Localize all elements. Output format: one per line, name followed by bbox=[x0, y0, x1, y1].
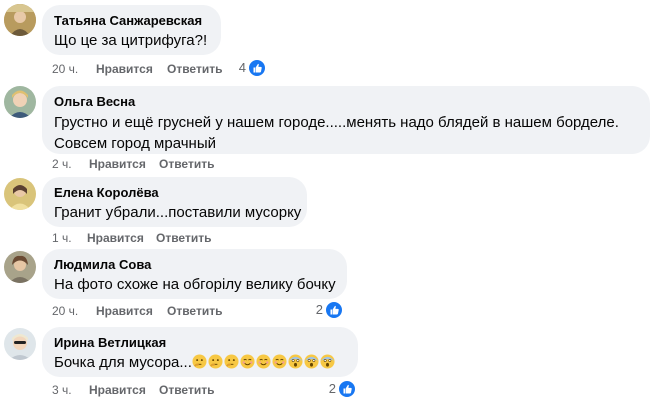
comment-text: Що це за цитрифуга?! bbox=[54, 32, 208, 49]
like-icon bbox=[325, 301, 343, 319]
comment-author[interactable]: Ирина Ветлицкая bbox=[54, 335, 346, 351]
reply-button[interactable]: Ответить bbox=[167, 303, 222, 319]
comment-bubble: Елена Королёва Гранит убрали...поставили… bbox=[42, 177, 307, 227]
comment-time[interactable]: 2 ч. bbox=[52, 156, 72, 172]
reaction-summary[interactable]: 4 bbox=[228, 59, 266, 77]
like-icon bbox=[248, 59, 266, 77]
reply-button[interactable]: Ответить bbox=[167, 61, 222, 77]
comment-bubble: Ольга Весна Грустно и ещё грусней у наше… bbox=[42, 86, 650, 154]
reaction-summary[interactable]: 2 bbox=[305, 301, 343, 319]
comment-bubble: Татьяна Санжаревская Що це за цитрифуга?… bbox=[42, 5, 221, 55]
comment-text: Грустно и ещё грусней у нашем городе....… bbox=[54, 114, 619, 152]
screaming-face-icon bbox=[288, 354, 303, 369]
like-button[interactable]: Нравится bbox=[89, 156, 146, 172]
reaction-count: 4 bbox=[238, 60, 246, 75]
comment-text: Гранит убрали...поставили мусорку bbox=[54, 204, 302, 221]
comment-bubble: Людмила Сова На фото схоже на обгорілу в… bbox=[42, 249, 347, 299]
comment-author[interactable]: Ольга Весна bbox=[54, 94, 638, 110]
avatar[interactable] bbox=[4, 178, 36, 210]
reply-button[interactable]: Ответить bbox=[159, 156, 214, 172]
smiling-face-icon bbox=[256, 354, 271, 369]
like-icon bbox=[338, 380, 356, 398]
smiling-face-icon bbox=[272, 354, 287, 369]
reaction-summary[interactable]: 2 bbox=[318, 380, 356, 398]
reply-button[interactable]: Ответить bbox=[159, 382, 214, 398]
avatar[interactable] bbox=[4, 4, 36, 36]
comment-author[interactable]: Елена Королёва bbox=[54, 185, 295, 201]
comment-actions: 2 ч. Нравится Ответить bbox=[52, 156, 352, 172]
screaming-face-icon bbox=[304, 354, 319, 369]
like-button[interactable]: Нравится bbox=[96, 303, 153, 319]
reaction-count: 2 bbox=[315, 302, 323, 317]
smiling-face-icon bbox=[240, 354, 255, 369]
comment-time[interactable]: 3 ч. bbox=[52, 382, 72, 398]
comment-author[interactable]: Людмила Сова bbox=[54, 257, 335, 273]
comment-text: На фото схоже на обгорілу велику бочку bbox=[54, 276, 336, 293]
avatar[interactable] bbox=[4, 86, 36, 118]
comment-actions: 20 ч. Нравится Ответить bbox=[52, 61, 352, 77]
thinking-face-icon bbox=[208, 354, 223, 369]
emoji-row bbox=[192, 354, 336, 371]
avatar[interactable] bbox=[4, 328, 36, 360]
comment-bubble: Ирина Ветлицкая Бочка для мусора... bbox=[42, 327, 358, 377]
comment-time[interactable]: 20 ч. bbox=[52, 61, 78, 77]
reaction-count: 2 bbox=[328, 381, 336, 396]
comment-actions: 3 ч. Нравится Ответить bbox=[52, 382, 352, 398]
comment-time[interactable]: 1 ч. bbox=[52, 230, 72, 246]
comment-text: Бочка для мусора... bbox=[54, 353, 346, 373]
thinking-face-icon bbox=[192, 354, 207, 369]
like-button[interactable]: Нравится bbox=[87, 230, 144, 246]
avatar[interactable] bbox=[4, 251, 36, 283]
thinking-face-icon bbox=[224, 354, 239, 369]
screaming-face-icon bbox=[320, 354, 335, 369]
comment-actions: 1 ч. Нравится Ответить bbox=[52, 230, 352, 246]
like-button[interactable]: Нравится bbox=[89, 382, 146, 398]
comment-time[interactable]: 20 ч. bbox=[52, 303, 78, 319]
comment-author[interactable]: Татьяна Санжаревская bbox=[54, 13, 209, 29]
reply-button[interactable]: Ответить bbox=[156, 230, 211, 246]
like-button[interactable]: Нравится bbox=[96, 61, 153, 77]
